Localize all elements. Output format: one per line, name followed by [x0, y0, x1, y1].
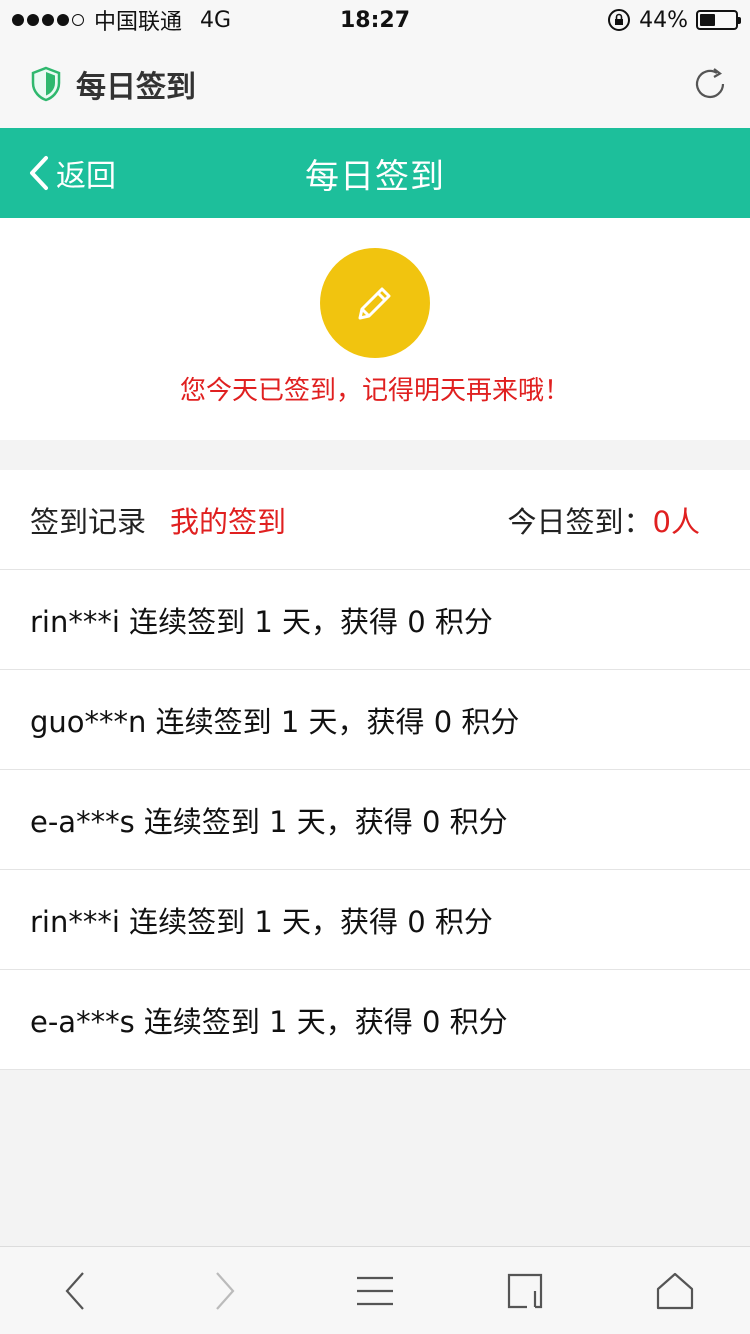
- back-label: 返回: [56, 159, 116, 194]
- status-bar: 中国联通 4G 18:27 44%: [0, 0, 750, 40]
- list-item: rin***i 连续签到 1 天，获得 0 积分: [0, 570, 750, 670]
- today-count: 0人: [652, 504, 700, 539]
- browser-bar: 每日签到: [0, 40, 750, 128]
- browser-title: 每日签到: [76, 70, 196, 105]
- list-item: rin***i 连续签到 1 天，获得 0 积分: [0, 870, 750, 970]
- signin-section: 您今天已签到，记得明天再来哦！: [0, 218, 750, 440]
- toolbar-forward-button[interactable]: [195, 1261, 255, 1321]
- browser-toolbar: [0, 1246, 750, 1334]
- records-list: 签到记录 我的签到 今日签到：0人 rin***i 连续签到 1 天，获得 0 …: [0, 470, 750, 1070]
- records-label: 签到记录: [30, 504, 147, 539]
- battery-percent: 44%: [639, 7, 688, 33]
- pencil-icon: [358, 287, 391, 320]
- forward-icon: [216, 1271, 235, 1310]
- carrier-label: 中国联通: [94, 10, 183, 35]
- signin-button[interactable]: [320, 248, 430, 358]
- toolbar-home-button[interactable]: [645, 1261, 705, 1321]
- app-header: 返回 每日签到: [0, 128, 750, 218]
- toolbar-menu-button[interactable]: [345, 1261, 405, 1321]
- list-item: guo***n 连续签到 1 天，获得 0 积分: [0, 670, 750, 770]
- toolbar-back-button[interactable]: [45, 1261, 105, 1321]
- home-icon: [656, 1272, 694, 1309]
- tabs-icon: [507, 1273, 543, 1308]
- battery-icon: [696, 10, 741, 30]
- orientation-lock-icon: [608, 9, 631, 31]
- signal-icon: [12, 14, 84, 26]
- back-button[interactable]: 返回: [28, 128, 116, 218]
- today-label: 今日签到：: [507, 504, 653, 539]
- records-header: 签到记录 我的签到 今日签到：0人: [0, 470, 750, 570]
- status-left: 中国联通 4G: [12, 4, 231, 36]
- back-icon: [65, 1271, 84, 1310]
- toolbar-tabs-button[interactable]: [495, 1261, 555, 1321]
- network-label: 4G: [200, 7, 232, 33]
- status-right: 44%: [607, 7, 741, 33]
- list-item: e-a***s 连续签到 1 天，获得 0 积分: [0, 770, 750, 870]
- battery-fill: [700, 14, 715, 26]
- signin-message: 您今天已签到，记得明天再来哦！: [179, 376, 570, 406]
- list-item: e-a***s 连续签到 1 天，获得 0 积分: [0, 970, 750, 1070]
- shield-icon: [31, 66, 61, 102]
- today-signin: 今日签到：0人: [508, 499, 700, 541]
- chevron-left-icon: [30, 156, 48, 190]
- my-signin-tab[interactable]: 我的签到: [170, 499, 286, 541]
- menu-icon: [357, 1276, 393, 1305]
- refresh-icon[interactable]: [690, 64, 730, 104]
